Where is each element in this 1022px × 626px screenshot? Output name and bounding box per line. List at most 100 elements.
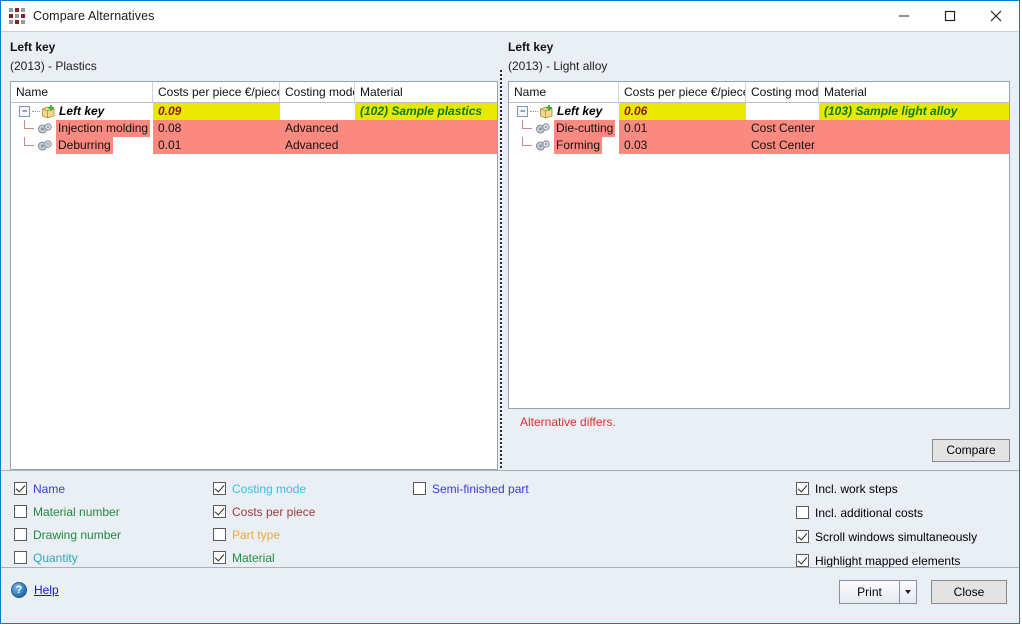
checkbox-semi-finished-part[interactable]: Semi-finished part <box>413 480 529 497</box>
options-panel: Name Material number Drawing number Quan… <box>1 470 1019 567</box>
tree-connector <box>517 120 535 137</box>
row-costing-mode: Cost Center <box>746 137 819 154</box>
checkbox-material-number[interactable]: Material number <box>14 503 121 520</box>
left-grid-header: Name Costs per piece €/piece Costing mod… <box>11 82 497 103</box>
close-button[interactable]: Close <box>931 580 1007 604</box>
checkbox-box[interactable] <box>213 551 226 564</box>
table-row[interactable]: − Left key 0.09 <box>11 103 497 120</box>
checkbox-label: Semi-finished part <box>432 482 529 496</box>
checkbox-box[interactable] <box>796 530 809 543</box>
part-box-icon <box>539 105 554 119</box>
table-row[interactable]: Deburring 0.01 Advanced <box>11 137 497 154</box>
column-header-costs[interactable]: Costs per piece €/piece <box>153 82 280 102</box>
column-header-name[interactable]: Name <box>509 82 619 102</box>
tree-connector <box>32 111 40 112</box>
left-tree-grid[interactable]: Name Costs per piece €/piece Costing mod… <box>10 81 498 470</box>
checkbox-scroll-simultaneously[interactable]: Scroll windows simultaneously <box>796 528 977 545</box>
checkbox-costing-mode[interactable]: Costing mode <box>213 480 315 497</box>
checkbox-label: Name <box>33 482 65 496</box>
table-row[interactable]: Injection molding 0.08 Advanced <box>11 120 497 137</box>
checkbox-box[interactable] <box>213 528 226 541</box>
row-material: (103) Sample light alloy <box>819 103 1009 120</box>
column-header-costing-mode[interactable]: Costing mode <box>746 82 819 102</box>
checkbox-name[interactable]: Name <box>14 480 121 497</box>
help-link[interactable]: Help <box>34 583 59 597</box>
checkbox-label: Part type <box>232 528 280 542</box>
checkbox-box[interactable] <box>796 482 809 495</box>
checkbox-label: Quantity <box>33 551 78 565</box>
column-header-material[interactable]: Material <box>355 82 497 102</box>
checkbox-label: Material <box>232 551 275 565</box>
maximize-icon[interactable] <box>927 1 973 31</box>
row-costing-mode: Advanced <box>280 120 355 137</box>
options-column-costing: Costing mode Costs per piece Part type M… <box>213 480 315 572</box>
row-name: Forming <box>554 137 602 154</box>
tree-connector <box>19 137 37 154</box>
column-header-material[interactable]: Material <box>819 82 1009 102</box>
checkbox-material[interactable]: Material <box>213 549 315 566</box>
tree-connector <box>530 111 538 112</box>
checkbox-label: Incl. work steps <box>815 482 898 496</box>
title-bar: Compare Alternatives <box>1 1 1019 31</box>
compare-button[interactable]: Compare <box>932 439 1010 462</box>
left-panel-title: Left key <box>10 40 498 55</box>
right-grid-body: − Left key 0.06 <box>509 103 1009 154</box>
row-material <box>819 137 1009 154</box>
checkbox-incl-additional-costs[interactable]: Incl. additional costs <box>796 504 977 521</box>
row-material <box>355 137 497 154</box>
chevron-down-icon[interactable] <box>899 580 917 604</box>
left-grid-body: − Left key 0.09 <box>11 103 497 154</box>
row-cost: 0.03 <box>619 137 746 154</box>
checkbox-quantity[interactable]: Quantity <box>14 549 121 566</box>
checkbox-label: Highlight mapped elements <box>815 554 960 568</box>
row-cost: 0.09 <box>153 103 280 120</box>
right-tree-grid[interactable]: Name Costs per piece €/piece Costing mod… <box>508 81 1010 409</box>
checkbox-box[interactable] <box>14 551 27 564</box>
checkbox-box[interactable] <box>796 554 809 567</box>
minimize-icon[interactable] <box>881 1 927 31</box>
checkbox-part-type[interactable]: Part type <box>213 526 315 543</box>
left-alternative-panel: Left key (2013) - Plastics Name Costs pe… <box>1 32 498 470</box>
checkbox-label: Material number <box>33 505 120 519</box>
compare-alternatives-window: Compare Alternatives Left key (2013) - P… <box>0 0 1020 624</box>
checkbox-drawing-number[interactable]: Drawing number <box>14 526 121 543</box>
checkbox-box[interactable] <box>213 482 226 495</box>
right-grid-header: Name Costs per piece €/piece Costing mod… <box>509 82 1009 103</box>
checkbox-costs-per-piece[interactable]: Costs per piece <box>213 503 315 520</box>
part-box-icon <box>41 105 56 119</box>
close-icon[interactable] <box>973 1 1019 31</box>
print-button[interactable]: Print <box>839 580 899 604</box>
help-link-wrap[interactable]: ? Help <box>11 582 59 598</box>
column-header-costs[interactable]: Costs per piece €/piece <box>619 82 746 102</box>
help-icon: ? <box>11 582 27 598</box>
table-row[interactable]: − Left key 0.06 <box>509 103 1009 120</box>
right-panel-title: Left key <box>508 40 1010 55</box>
column-header-name[interactable]: Name <box>11 82 153 102</box>
options-column-semifinished: Semi-finished part <box>413 480 529 503</box>
checkbox-box[interactable] <box>14 505 27 518</box>
row-cost: 0.01 <box>153 137 280 154</box>
checkbox-incl-work-steps[interactable]: Incl. work steps <box>796 480 977 497</box>
checkbox-box[interactable] <box>213 505 226 518</box>
checkbox-box[interactable] <box>14 482 27 495</box>
row-name: Die-cutting <box>554 120 615 137</box>
checkbox-label: Drawing number <box>33 528 121 542</box>
checkbox-box[interactable] <box>14 528 27 541</box>
row-costing-mode <box>746 103 819 120</box>
row-costing-mode: Advanced <box>280 137 355 154</box>
table-row[interactable]: Forming 0.03 Cost Center <box>509 137 1009 154</box>
checkbox-box[interactable] <box>796 506 809 519</box>
compare-button-wrap: Compare <box>932 439 1010 462</box>
tree-expander-icon[interactable]: − <box>517 106 528 117</box>
tree-expander-icon[interactable]: − <box>19 106 30 117</box>
row-material <box>819 120 1009 137</box>
options-column-view: Incl. work steps Incl. additional costs … <box>796 480 977 576</box>
checkbox-label: Incl. additional costs <box>815 506 923 520</box>
left-panel-subtitle: (2013) - Plastics <box>10 59 498 74</box>
dialog-footer: ? Help Print Close <box>1 567 1019 616</box>
column-header-costing-mode[interactable]: Costing mode <box>280 82 355 102</box>
table-row[interactable]: Die-cutting 0.01 Cost Center <box>509 120 1009 137</box>
checkbox-box[interactable] <box>413 482 426 495</box>
grid-icon <box>9 8 25 24</box>
row-cost: 0.01 <box>619 120 746 137</box>
